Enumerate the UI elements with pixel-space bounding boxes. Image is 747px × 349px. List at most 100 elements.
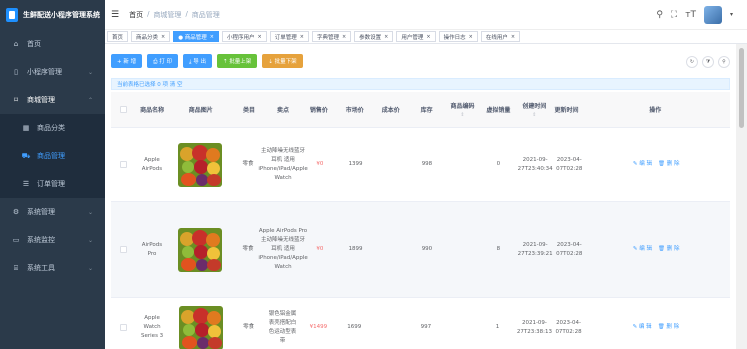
edit-button[interactable]: ✎ 编 辑 [633, 160, 652, 169]
row-checkbox-cell[interactable] [111, 202, 136, 297]
sidebar-item-products[interactable]: ⛟ 商品管理 [0, 142, 105, 170]
row-actions: ✎ 编 辑 🗑 删 除 [582, 298, 730, 349]
tag-orders[interactable]: 订单管理 × [269, 31, 309, 42]
close-icon[interactable]: × [469, 34, 473, 40]
sidebar-item-mall[interactable]: ⌑ 商城管理 ⌃ [0, 86, 105, 114]
tag-users[interactable]: 用户管理 × [396, 31, 436, 42]
avatar[interactable] [703, 5, 722, 24]
breadcrumb-mall[interactable]: 商城管理 [153, 10, 181, 20]
table-row[interactable]: Apple Watch Series 3 零食 银色铝金属表壳搭配白色运动型表带… [111, 298, 730, 349]
scrollbar-thumb[interactable] [739, 48, 744, 128]
product-name: AirPods Pro [141, 241, 163, 257]
fullscreen-icon[interactable]: ⛶ [671, 10, 677, 20]
gear-icon: ⚙ [12, 208, 20, 216]
product-name: Apple AirPods [141, 156, 163, 172]
delete-button[interactable]: 🗑 删 除 [658, 245, 679, 254]
product-cost-price [372, 298, 408, 349]
sort-icon[interactable]: ⇕ [460, 112, 464, 118]
col-code-label: 商品编码 [450, 103, 475, 110]
sidebar-item-tools[interactable]: ⌸ 系统工具 ⌄ [0, 254, 105, 282]
tag-label: 商品分类 [136, 34, 159, 41]
product-image[interactable] [178, 227, 223, 272]
chevron-down-icon[interactable]: ▾ [730, 11, 733, 18]
tag-label: 操作日志 [443, 34, 466, 41]
close-icon[interactable]: × [210, 34, 214, 40]
sidebar-item-monitor[interactable]: ▭ 系统监控 ⌄ [0, 226, 105, 254]
filter-icon[interactable]: ⧩ [702, 56, 714, 68]
close-icon[interactable]: × [161, 34, 165, 40]
tag-mini-users[interactable]: 小程序用户 × [222, 31, 267, 42]
print-button[interactable]: ⎙ 打 印 [147, 54, 179, 68]
batch-on-shelf-button[interactable]: ⇡ 批量上架 [216, 54, 258, 68]
refresh-icon[interactable]: ↻ [686, 56, 698, 68]
close-icon[interactable]: × [426, 34, 430, 40]
edit-button[interactable]: ✎ 编 辑 [633, 245, 652, 254]
sidebar-item-system[interactable]: ⚙ 系统管理 ⌄ [0, 198, 105, 226]
row-checkbox-cell[interactable] [111, 128, 136, 201]
sort-icon[interactable]: ⇕ [532, 112, 536, 118]
tag-online[interactable]: 在线用户 × [480, 31, 521, 42]
tag-home[interactable]: 首页 [107, 31, 129, 42]
tag-products[interactable]: ● 商品管理 × [173, 31, 219, 42]
product-name: Apple Watch Series 3 [141, 315, 164, 339]
close-icon[interactable]: × [511, 34, 515, 40]
edit-button[interactable]: ✎ 编 辑 [633, 323, 652, 332]
row-actions: ✎ 编 辑 🗑 删 除 [582, 128, 730, 201]
sidebar-item-label: 商品分类 [37, 124, 65, 132]
sidebar-item-home[interactable]: ⌂ 首页 [0, 30, 105, 58]
product-category: 零食 [243, 324, 255, 330]
delete-button[interactable]: 🗑 删 除 [658, 323, 679, 332]
export-button[interactable]: ⤓ 导 出 [183, 54, 212, 68]
product-created: 2021-09-27T23:39:21 [517, 241, 553, 257]
grid-icon: ▦ [22, 124, 30, 132]
add-button[interactable]: + 新 增 [111, 54, 143, 68]
product-sales: 8 [496, 246, 501, 252]
hamburger-icon[interactable]: ☰ [111, 10, 119, 20]
close-icon[interactable]: × [300, 34, 304, 40]
table-row[interactable]: AirPods Pro 零食 Apple AirPods Pro 主动降噪无线蓝… [111, 202, 730, 298]
select-all-checkbox[interactable] [111, 92, 136, 127]
checkbox[interactable] [119, 106, 127, 113]
list-icon: ☰ [22, 180, 30, 188]
sidebar-item-label: 系统管理 [27, 208, 55, 216]
col-code[interactable]: 商品编码 ⇕ [445, 92, 481, 127]
sidebar-item-category[interactable]: ▦ 商品分类 [0, 114, 105, 142]
product-image[interactable] [178, 142, 223, 187]
tag-dict[interactable]: 字典管理 × [311, 31, 352, 42]
tag-label: 字典管理 [316, 34, 339, 41]
breadcrumb-home[interactable]: 首页 [129, 10, 143, 20]
tool-icon: ⌸ [13, 263, 19, 272]
sidebar-item-label: 商品管理 [37, 152, 65, 160]
product-price: ¥0 [316, 161, 324, 167]
col-created[interactable]: 创建时间 ⇕ [516, 92, 552, 127]
batch-off-shelf-button[interactable]: ⇣ 批量下架 [262, 54, 303, 68]
chevron-down-icon: ⌄ [87, 236, 93, 244]
table-row[interactable]: Apple AirPods 零食 主动降噪无线蓝牙耳机 适用iPhone/iPa… [111, 128, 730, 202]
close-icon[interactable]: × [384, 34, 388, 40]
header-tools: ⚲ ⛶ ᴛT ▾ [656, 5, 733, 24]
close-icon[interactable]: × [258, 34, 262, 40]
page-scrollbar[interactable] [736, 44, 747, 349]
sidebar-item-orders[interactable]: ☰ 订单管理 [0, 170, 105, 198]
checkbox[interactable] [119, 161, 127, 168]
search-icon[interactable]: ⚲ [718, 56, 730, 68]
row-checkbox-cell[interactable] [111, 298, 136, 349]
product-image[interactable] [178, 305, 223, 349]
product-market-price: 1399 [348, 161, 363, 167]
tag-params[interactable]: 参数设置 × [354, 31, 394, 42]
col-price: 销售价 [309, 107, 328, 114]
checkbox[interactable] [119, 324, 127, 331]
monitor-icon: ▭ [12, 236, 20, 244]
search-icon[interactable]: ⚲ [656, 10, 663, 20]
tag-oplog[interactable]: 操作日志 × [438, 31, 478, 42]
product-selling-point: 银色铝金属表壳搭配白色运动型表带 [268, 310, 297, 344]
delete-button[interactable]: 🗑 删 除 [658, 160, 679, 169]
sidebar-item-miniprogram[interactable]: ▯ 小程序管理 ⌄ [0, 58, 105, 86]
sidebar-item-label: 首页 [27, 40, 41, 48]
close-icon[interactable]: × [342, 34, 346, 40]
tag-category[interactable]: 商品分类 × [131, 31, 171, 42]
font-size-icon[interactable]: ᴛT [685, 10, 696, 20]
checkbox[interactable] [119, 246, 127, 253]
col-selling: 卖点 [276, 107, 289, 114]
tag-label: 首页 [112, 34, 124, 41]
